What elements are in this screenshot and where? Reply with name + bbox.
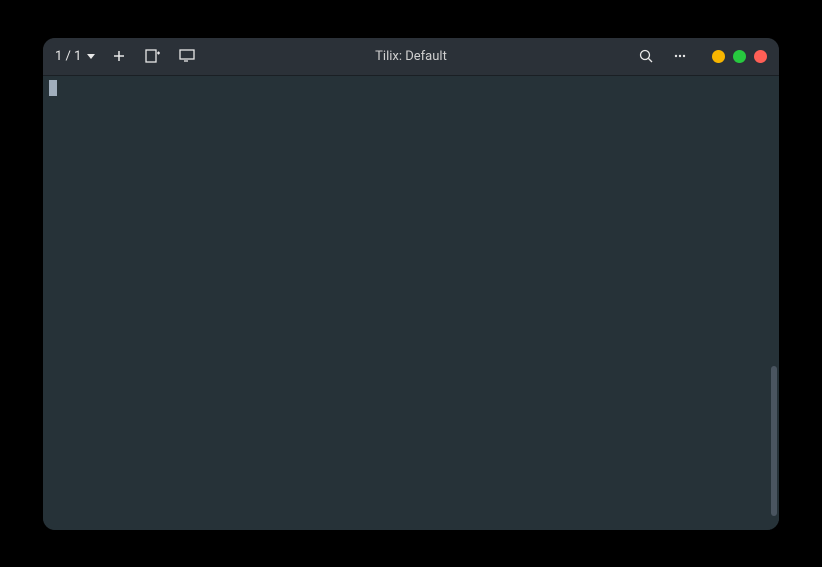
more-horizontal-icon [673, 49, 687, 63]
new-session-button[interactable] [109, 46, 129, 66]
terminal-cursor [49, 80, 57, 96]
terminal-area [43, 76, 779, 530]
terminal-window: 1 / 1 Tilix: Default [43, 38, 779, 530]
menu-button[interactable] [670, 46, 690, 66]
window-title: Tilix: Default [375, 49, 447, 64]
split-down-button[interactable] [177, 46, 197, 66]
scrollbar-thumb[interactable] [771, 366, 777, 516]
plus-icon [112, 49, 126, 63]
terminal-content[interactable] [43, 76, 769, 530]
session-counter-label: 1 / 1 [55, 49, 81, 64]
close-button[interactable] [754, 50, 767, 63]
titlebar-left: 1 / 1 [55, 46, 197, 66]
search-icon [639, 49, 653, 63]
search-button[interactable] [636, 46, 656, 66]
titlebar: 1 / 1 Tilix: Default [43, 38, 779, 76]
split-right-icon [145, 49, 161, 63]
split-right-button[interactable] [143, 46, 163, 66]
scrollbar-track[interactable] [769, 76, 779, 530]
chevron-down-icon [87, 54, 95, 59]
window-controls [712, 50, 767, 63]
minimize-button[interactable] [712, 50, 725, 63]
maximize-button[interactable] [733, 50, 746, 63]
session-selector[interactable]: 1 / 1 [55, 49, 95, 64]
split-down-icon [179, 49, 195, 63]
titlebar-right [636, 46, 767, 66]
